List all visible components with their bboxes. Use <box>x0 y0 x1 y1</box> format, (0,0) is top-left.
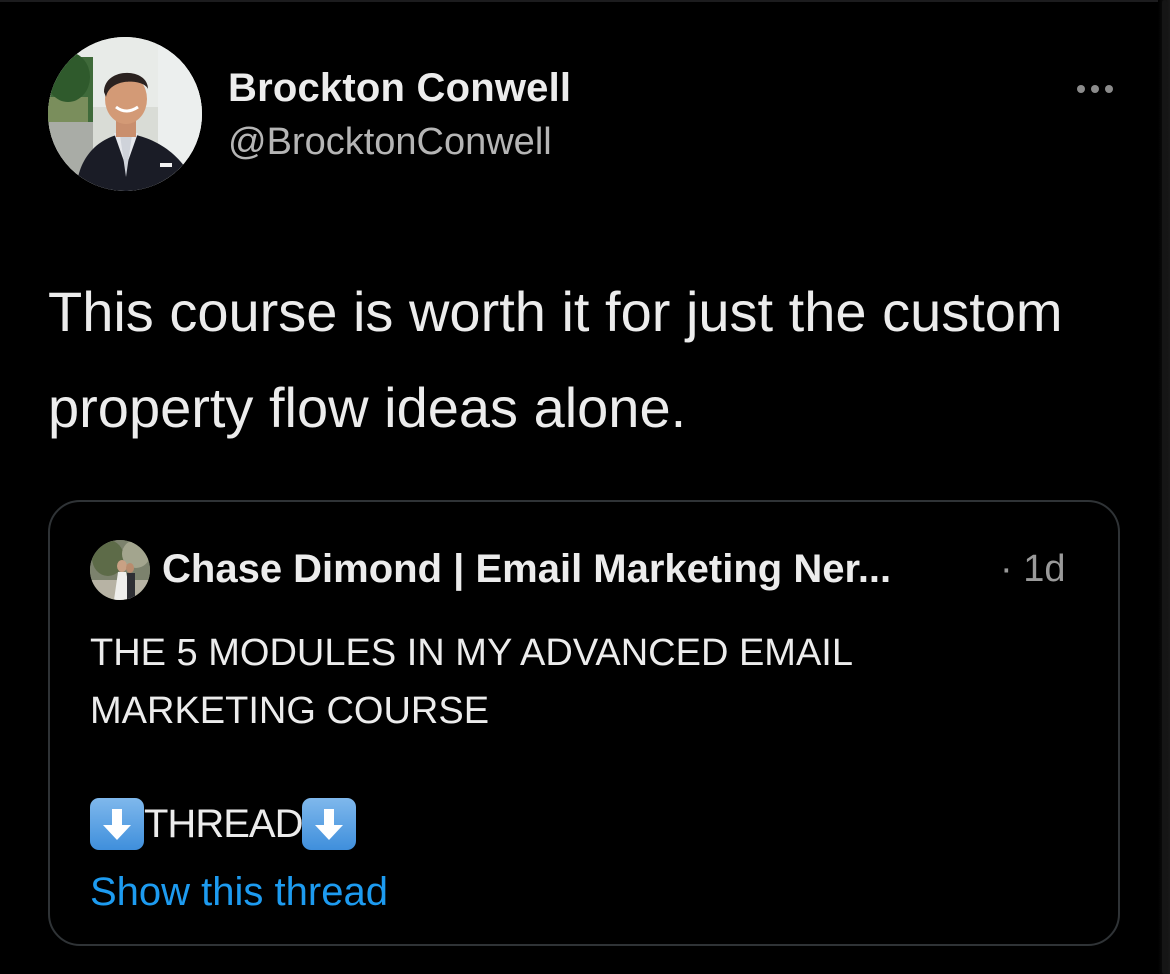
quoted-tweet-card[interactable]: Chase Dimond | Email Marketing Ner... · … <box>48 500 1120 946</box>
scrollbar-thumb[interactable] <box>1162 0 1167 974</box>
author-handle[interactable]: @BrocktonConwell <box>228 121 552 164</box>
author-avatar[interactable] <box>48 37 202 191</box>
more-options-button[interactable] <box>1068 74 1122 104</box>
thread-label: THREAD <box>144 801 303 846</box>
top-divider <box>0 0 1170 2</box>
more-horizontal-icon <box>1091 85 1099 93</box>
tweet-view: Brockton Conwell @BrocktonConwell This c… <box>0 0 1170 974</box>
down-arrow-emoji-icon <box>302 798 357 850</box>
tweet-text: This course is worth it for just the cus… <box>48 280 1063 439</box>
profile-photo-icon <box>90 540 150 600</box>
quoted-text-line: THE 5 MODULES IN MY ADVANCED EMAIL <box>90 632 853 674</box>
quoted-text-line: MARKETING COURSE <box>90 690 490 732</box>
thread-label-row: THREAD <box>90 798 357 850</box>
more-horizontal-icon <box>1077 85 1085 93</box>
down-arrow-emoji-icon <box>90 798 144 850</box>
quoted-timestamp[interactable]: · 1d <box>1000 548 1065 591</box>
quoted-tweet-text: THE 5 MODULES IN MY ADVANCED EMAIL MARKE… <box>90 624 1080 740</box>
scrollbar[interactable] <box>1158 0 1170 974</box>
profile-photo-icon <box>48 37 202 191</box>
show-thread-link[interactable]: Show this thread <box>90 870 388 915</box>
quoted-author-avatar[interactable] <box>90 540 150 600</box>
quoted-author-name[interactable]: Chase Dimond | Email Marketing Ner... <box>162 547 891 592</box>
more-horizontal-icon <box>1105 85 1113 93</box>
author-name[interactable]: Brockton Conwell <box>228 66 571 111</box>
